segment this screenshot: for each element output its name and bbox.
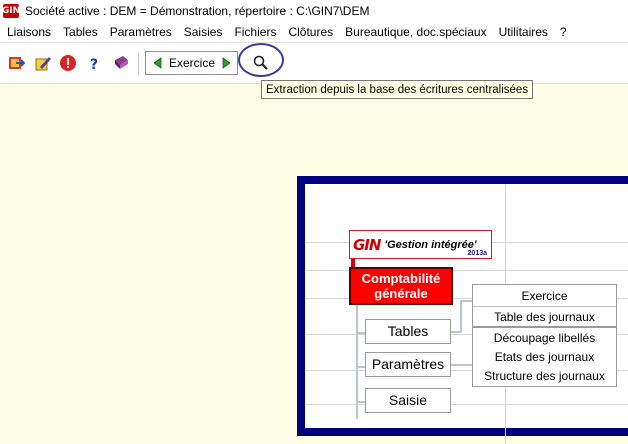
book-icon[interactable]: [112, 54, 130, 72]
menu-tables[interactable]: Tables: [58, 25, 103, 39]
app-logo-icon: GIN: [1, 4, 21, 18]
exercice-item[interactable]: Exercice: [473, 286, 616, 306]
previous-arrow-icon[interactable]: [151, 56, 165, 70]
connector-line: [460, 300, 472, 302]
gin-logo-text: 'Gestion intégrée': [384, 238, 477, 251]
connector-line: [356, 401, 365, 403]
help-icon[interactable]: ?: [85, 54, 103, 72]
svg-text:?: ?: [90, 57, 98, 72]
menu-liaisons[interactable]: Liaisons: [2, 25, 56, 39]
structure-des-journaux-item[interactable]: Structure des journaux: [473, 367, 616, 386]
connector-line: [460, 300, 462, 332]
saisie-button[interactable]: Saisie: [365, 388, 451, 413]
gin-logo-mark: GIN: [353, 235, 381, 254]
alert-icon[interactable]: [59, 54, 77, 72]
title-bar: GIN Société active : DEM = Démonstration…: [0, 0, 628, 22]
journaux-group: Découpage libellés Etats des journaux St…: [472, 327, 617, 387]
toolbar-separator: [138, 53, 139, 75]
table-des-journaux-item[interactable]: Table des journaux: [473, 306, 616, 327]
next-arrow-icon[interactable]: [219, 56, 233, 70]
exit-icon[interactable]: [7, 54, 25, 72]
menu-saisies[interactable]: Saisies: [179, 25, 228, 39]
tooltip: Extraction depuis la base des écritures …: [261, 80, 534, 99]
window-title: Société active : DEM = Démonstration, ré…: [25, 4, 370, 18]
parametres-button[interactable]: Paramètres: [365, 352, 451, 377]
menu-fichiers[interactable]: Fichiers: [229, 25, 281, 39]
menu-bureautique[interactable]: Bureautique, doc.spéciaux: [340, 25, 491, 39]
toolbar: ?: [0, 43, 628, 84]
decoupage-libelles-item[interactable]: Découpage libellés: [473, 329, 616, 348]
app-logo-text: GIN: [1, 6, 21, 16]
menu-bar: Liaisons Tables Paramètres Saisies Fichi…: [0, 22, 628, 43]
menu-help[interactable]: ?: [555, 25, 572, 39]
connector-line: [356, 332, 365, 334]
menu-clotures[interactable]: Clôtures: [283, 25, 338, 39]
tables-button[interactable]: Tables: [365, 319, 451, 344]
module-comptabilite-generale[interactable]: Comptabilité générale: [349, 267, 453, 305]
gin-logo-year: 2013a: [467, 250, 487, 257]
connector-line: [451, 364, 472, 366]
magnifier-icon: [253, 55, 268, 70]
gin-logo: GIN 'Gestion intégrée' 2013a: [349, 230, 492, 259]
edit-icon[interactable]: [34, 54, 52, 72]
search-button[interactable]: [247, 51, 275, 75]
grid-line: [305, 404, 628, 405]
etats-des-journaux-item[interactable]: Etats des journaux: [473, 348, 616, 367]
exercice-navigator: Exercice: [145, 51, 238, 75]
menu-parametres[interactable]: Paramètres: [105, 25, 177, 39]
menu-utilitaires[interactable]: Utilitaires: [494, 25, 553, 39]
exercice-group: Exercice Table des journaux: [472, 284, 617, 327]
connector-line: [356, 366, 365, 368]
exercice-label: Exercice: [169, 56, 216, 70]
